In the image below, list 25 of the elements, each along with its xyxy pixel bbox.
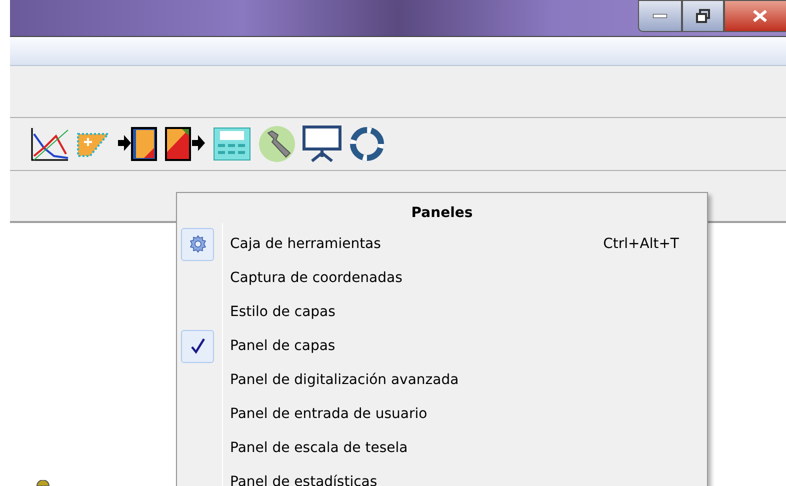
check-icon [190, 338, 204, 354]
restore-button[interactable] [682, 0, 724, 32]
gear-icon [181, 228, 214, 260]
restore-icon [696, 9, 710, 23]
presentation-screen-icon[interactable] [302, 125, 342, 163]
menu-item[interactable]: Captura de coordenadas [177, 261, 707, 295]
marker-icon [36, 480, 50, 486]
calculator-icon[interactable] [212, 126, 252, 162]
menu-item[interactable]: Panel de escala de tesela [177, 431, 707, 465]
shortcut-text: Ctrl+Alt+T [603, 234, 679, 254]
close-icon [752, 9, 768, 23]
export-layer-icon[interactable] [164, 126, 206, 162]
menu-item[interactable]: Caja de herramientas Ctrl+Alt+T [177, 227, 707, 261]
import-layer-icon[interactable] [118, 126, 158, 162]
line-chart-icon[interactable] [30, 126, 70, 162]
menu-item[interactable]: Panel de digitalización avanzada [177, 363, 707, 397]
ring-icon[interactable] [348, 125, 386, 163]
menu-item[interactable]: Panel de capas [177, 329, 707, 363]
menu-item[interactable]: Estilo de capas [177, 295, 707, 329]
minimize-button[interactable] [638, 0, 682, 32]
menu-item[interactable]: Panel de estadísticas [177, 465, 707, 486]
menu-title: Paneles [410, 204, 474, 223]
minimize-icon [653, 14, 667, 18]
menu-item[interactable]: Panel de entrada de usuario [177, 397, 707, 431]
close-button[interactable] [724, 0, 786, 32]
